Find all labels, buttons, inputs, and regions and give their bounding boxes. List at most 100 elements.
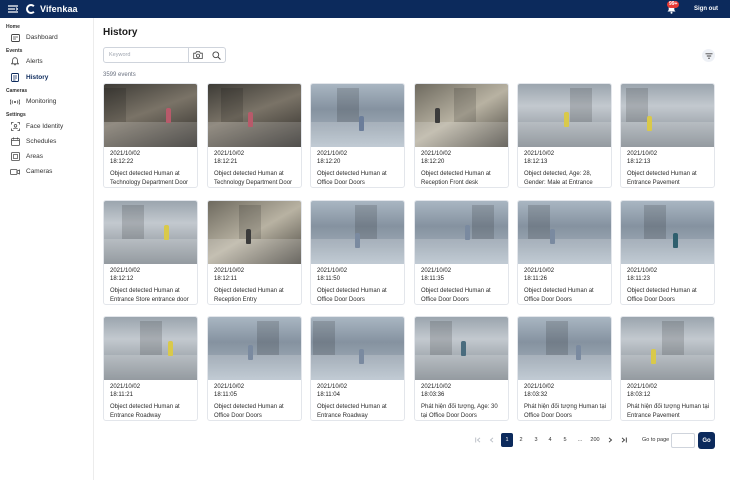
- go-button[interactable]: Go: [698, 432, 715, 449]
- scene-background-shape: [104, 239, 197, 264]
- event-card[interactable]: 2021/10/02 18:12:22 Object detected Human …: [103, 83, 198, 188]
- event-description: Phát hiện đối tượng Human tại Entrance P…: [627, 404, 709, 419]
- last-page-icon[interactable]: [618, 433, 630, 447]
- page-button[interactable]: 5: [559, 433, 571, 447]
- image-search-camera-icon[interactable]: [189, 48, 207, 62]
- go-to-page-input[interactable]: [671, 433, 695, 448]
- event-snapshot-image[interactable]: [518, 201, 611, 264]
- event-timestamp: 2021/10/02 18:12:20: [317, 151, 347, 166]
- sidebar-item-areas[interactable]: Areas: [0, 149, 94, 164]
- event-date: 2021/10/02: [421, 384, 452, 390]
- event-time: 18:12:13: [627, 158, 651, 165]
- sidebar-item-history[interactable]: History: [0, 70, 94, 85]
- sidebar-item-dashboard[interactable]: Dashboard: [0, 30, 94, 45]
- event-snapshot-image[interactable]: [311, 317, 404, 380]
- brand-logo[interactable]: Vifenkaa: [26, 0, 78, 18]
- event-card[interactable]: 2021/10/02 18:12:13 Object detected Human …: [620, 83, 715, 188]
- event-time: 18:11:35: [421, 275, 444, 282]
- next-page-icon[interactable]: [604, 433, 616, 447]
- scene-background-shape: [208, 122, 301, 147]
- pagination-ellipsis: ...: [577, 437, 583, 443]
- event-timestamp: 2021/10/02 18:11:35: [421, 268, 451, 283]
- event-card[interactable]: 2021/10/02 18:12:20 Object detected Human …: [310, 83, 405, 188]
- page-button[interactable]: 2: [515, 433, 527, 447]
- event-snapshot-image[interactable]: [311, 84, 404, 147]
- event-time: 18:12:22: [110, 158, 134, 165]
- bell-icon: [9, 56, 21, 68]
- sidebar-item-face-identity[interactable]: Face Identity: [0, 119, 94, 134]
- page-button[interactable]: 4: [544, 433, 556, 447]
- event-snapshot-image[interactable]: [104, 84, 197, 147]
- event-card[interactable]: 2021/10/02 18:12:13 Object detected, Age: …: [517, 83, 612, 188]
- keyword-search-input[interactable]: [104, 48, 190, 62]
- history-icon: [9, 72, 21, 84]
- sidebar-item-monitoring[interactable]: Monitoring: [0, 94, 94, 109]
- event-snapshot-image[interactable]: [518, 317, 611, 380]
- sidebar-item-schedules[interactable]: Schedules: [0, 134, 94, 149]
- event-card[interactable]: 2021/10/02 18:11:50 Object detected Human …: [310, 200, 405, 305]
- event-description: Object detected Human at Technology Depa…: [110, 171, 189, 186]
- event-date: 2021/10/02: [110, 268, 141, 274]
- sidebar: Home Dashboard Events Alerts History Cam…: [0, 18, 94, 480]
- event-time: 18:03:36: [421, 391, 445, 398]
- event-card[interactable]: 2021/10/02 18:12:12 Object detected Human …: [103, 200, 198, 305]
- scene-wall-shape: [546, 321, 568, 355]
- detected-person-figure: [248, 112, 253, 127]
- page-button[interactable]: 1: [501, 433, 513, 447]
- top-bar: Vifenkaa: [0, 0, 730, 18]
- event-snapshot-image[interactable]: [415, 201, 508, 264]
- prev-page-icon[interactable]: [486, 433, 498, 447]
- scene-wall-shape: [626, 88, 648, 122]
- sign-out-link[interactable]: Sign out: [694, 0, 718, 18]
- event-snapshot-image[interactable]: [311, 201, 404, 264]
- event-card[interactable]: 2021/10/02 18:11:05 Object detected Human …: [207, 316, 302, 421]
- detected-person-figure: [359, 116, 364, 131]
- event-snapshot-image[interactable]: [208, 317, 301, 380]
- event-date: 2021/10/02: [627, 151, 658, 157]
- search-icon[interactable]: [207, 48, 225, 62]
- event-card[interactable]: 2021/10/02 18:11:26 Object detected Human …: [517, 200, 612, 305]
- event-snapshot-image[interactable]: [208, 201, 301, 264]
- filter-icon[interactable]: [702, 49, 715, 62]
- event-card[interactable]: 2021/10/02 18:12:21 Object detected Human …: [207, 83, 302, 188]
- logo-mark-icon: [26, 4, 36, 14]
- event-card[interactable]: 2021/10/02 18:12:11 Object detected Human …: [207, 200, 302, 305]
- calendar-icon: [9, 136, 21, 148]
- event-card[interactable]: 2021/10/02 18:11:23 Object detected Human …: [620, 200, 715, 305]
- scene-background-shape: [415, 239, 508, 264]
- event-snapshot-image[interactable]: [104, 317, 197, 380]
- sidebar-item-label: Dashboard: [26, 34, 58, 41]
- first-page-icon[interactable]: [472, 433, 484, 447]
- event-snapshot-image[interactable]: [415, 84, 508, 147]
- event-snapshot-image[interactable]: [104, 201, 197, 264]
- section-settings: Settings: [6, 112, 26, 118]
- event-snapshot-image[interactable]: [518, 84, 611, 147]
- event-card[interactable]: 2021/10/02 18:11:04 Object detected Human …: [310, 316, 405, 421]
- go-to-page-label: Go to page: [642, 437, 670, 443]
- event-snapshot-image[interactable]: [415, 317, 508, 380]
- event-card[interactable]: 2021/10/02 18:11:21 Object detected Human …: [103, 316, 198, 421]
- page-button[interactable]: 200: [589, 433, 601, 447]
- scene-background-shape: [518, 239, 611, 264]
- event-card[interactable]: 2021/10/02 18:11:35 Object detected Human …: [414, 200, 509, 305]
- menu-toggle-icon[interactable]: [0, 0, 26, 18]
- event-card[interactable]: 2021/10/02 18:12:20 Object detected Human …: [414, 83, 509, 188]
- event-time: 18:03:32: [524, 391, 548, 398]
- sidebar-item-label: Face Identity: [26, 123, 64, 130]
- event-snapshot-image[interactable]: [208, 84, 301, 147]
- event-snapshot-image[interactable]: [621, 201, 714, 264]
- sidebar-item-cameras[interactable]: Cameras: [0, 164, 94, 179]
- detected-person-figure: [246, 229, 251, 244]
- event-snapshot-image[interactable]: [621, 84, 714, 147]
- scene-background-shape: [518, 355, 611, 380]
- event-card[interactable]: 2021/10/02 18:03:32 Phát hiện đối tượng Hu…: [517, 316, 612, 421]
- event-timestamp: 2021/10/02 18:12:13: [627, 151, 657, 166]
- event-snapshot-image[interactable]: [621, 317, 714, 380]
- event-date: 2021/10/02: [110, 151, 141, 157]
- event-description: Object detected Human at Office Door Doo…: [524, 288, 594, 303]
- event-card[interactable]: 2021/10/02 18:03:12 Phát hiện đối tượng Hu…: [620, 316, 715, 421]
- sidebar-item-alerts[interactable]: Alerts: [0, 54, 94, 69]
- page-button[interactable]: 3: [530, 433, 542, 447]
- event-date: 2021/10/02: [524, 384, 555, 390]
- event-card[interactable]: 2021/10/02 18:03:36 Phát hiện đối tượng, A…: [414, 316, 509, 421]
